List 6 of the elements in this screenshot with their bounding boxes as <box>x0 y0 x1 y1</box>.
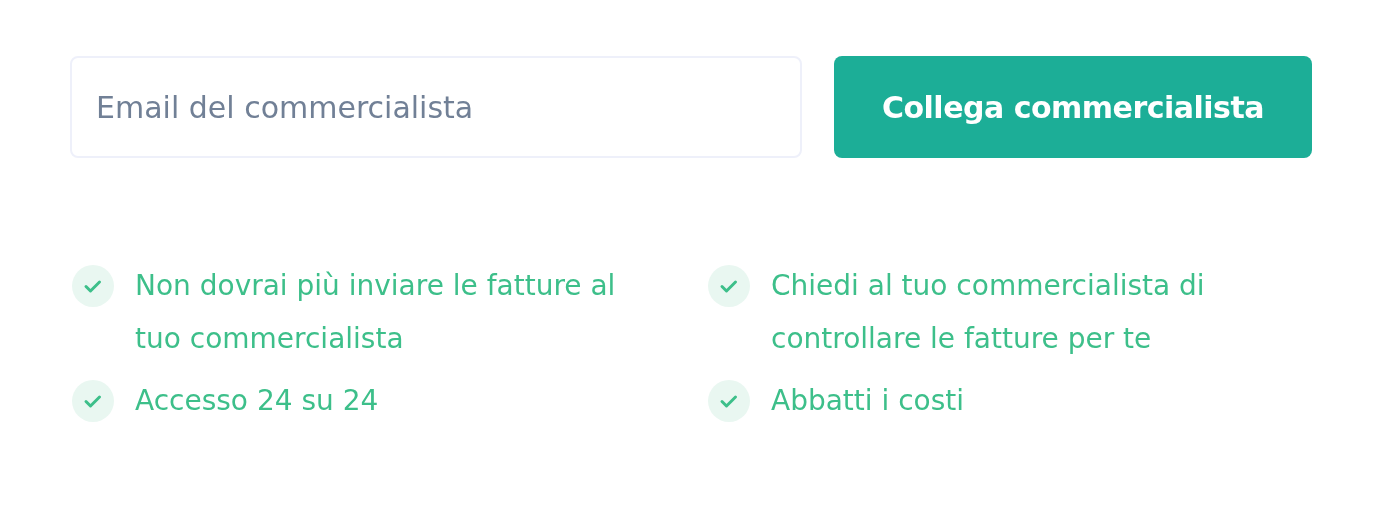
benefit-text: Non dovrai più inviare le fatture al tuo commercialista <box>135 268 617 357</box>
benefit-text: Abbatti i costi <box>771 383 966 419</box>
benefit-text: Chiedi al tuo commercialista di controllare le fatture per te <box>771 268 1206 357</box>
connect-button[interactable]: Collega commercialista <box>834 56 1312 158</box>
email-field[interactable]: Email del commercialista <box>70 56 802 158</box>
benefit-text: Accesso 24 su 24 <box>135 383 380 419</box>
